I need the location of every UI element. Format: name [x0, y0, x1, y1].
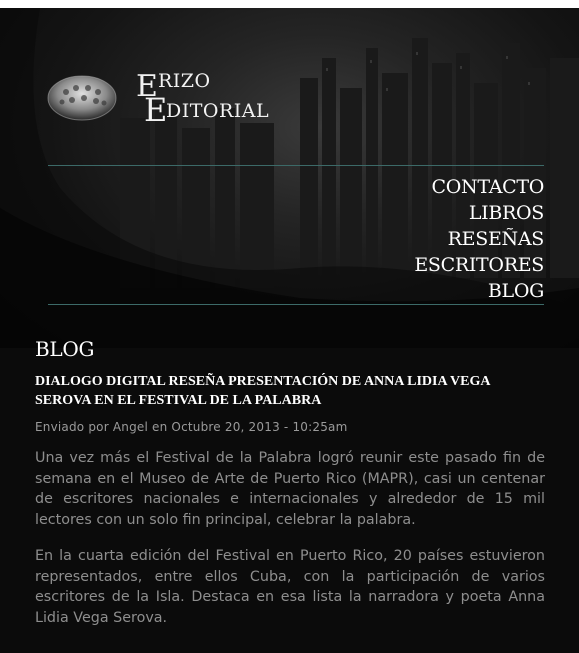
nav-item-contacto[interactable]: CONTACTO [414, 174, 545, 200]
blog-content: BLOG DIALOGO DIGITAL RESEÑA PRESENTACIÓN… [35, 338, 545, 644]
nav-item-resenas[interactable]: RESEÑAS [414, 226, 545, 252]
nav-item-blog[interactable]: BLOG [414, 278, 544, 304]
main-navigation: CONTACTO LIBROS RESEÑAS ESCRITORES BLOG [414, 174, 544, 304]
post-paragraph: Una vez más el Festival de la Palabra lo… [35, 450, 545, 528]
logo-initial-e-bottom: E [144, 91, 168, 129]
sea-urchin-logo-icon [44, 66, 120, 126]
erizo-editorial-logo[interactable]: E RIZO E DITORIAL [44, 66, 284, 126]
nav-item-escritores[interactable]: ESCRITORES [414, 252, 544, 278]
nav-divider-bottom [48, 304, 544, 305]
post-paragraph: En la cuarta edición del Festival en Pue… [35, 548, 545, 626]
nav-divider-top [48, 165, 544, 166]
section-title: BLOG [35, 337, 95, 361]
logo-text-rizo: RIZO [158, 70, 211, 92]
post-title-link[interactable]: DIALOGO DIGITAL RESEÑA PRESENTACIÓN DE A… [35, 372, 545, 410]
post-meta: Enviado por Angel en Octubre 20, 2013 - … [35, 420, 348, 434]
logo-text-ditorial: DITORIAL [166, 100, 270, 122]
page: E RIZO E DITORIAL CONTACTO LIBROS RESEÑA… [0, 8, 579, 653]
nav-item-libros[interactable]: LIBROS [414, 200, 544, 226]
